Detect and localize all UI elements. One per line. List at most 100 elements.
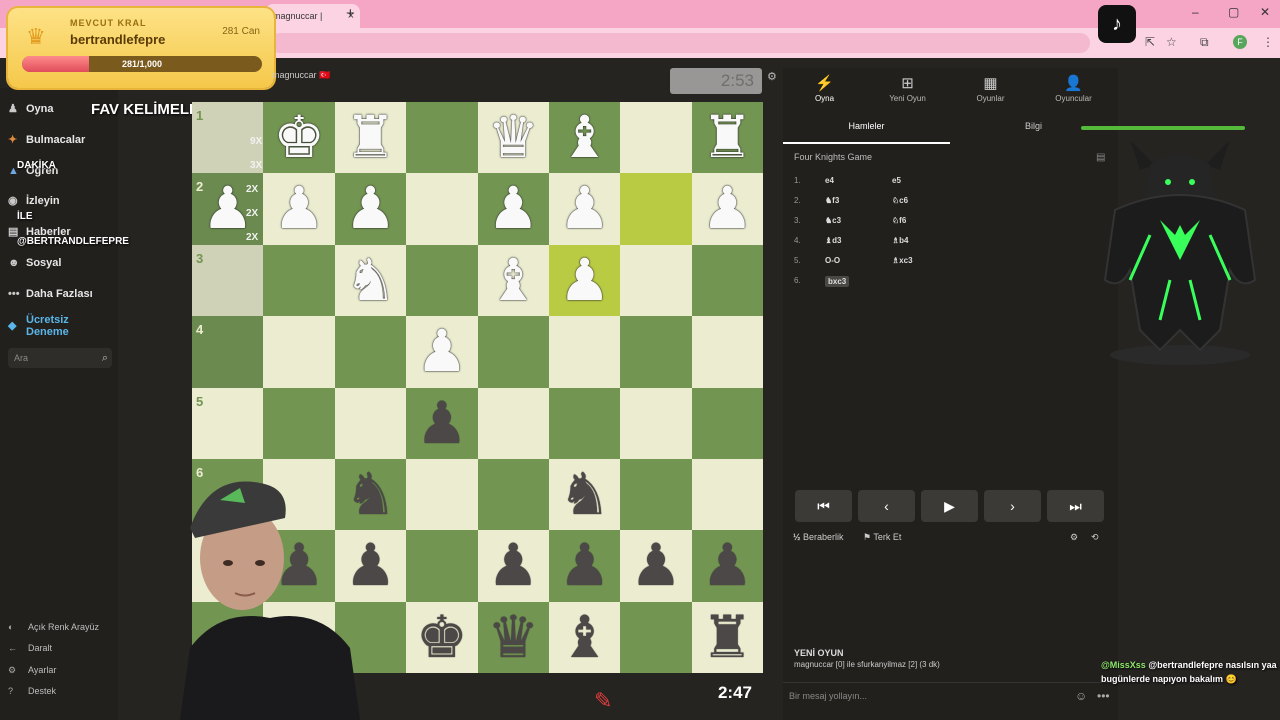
board-square[interactable] — [620, 173, 692, 245]
white-bishop-piece[interactable]: ♝ — [549, 102, 620, 173]
draw-button[interactable]: ½ Beraberlik — [793, 532, 844, 542]
white-king-piece[interactable]: ♚ — [263, 102, 334, 173]
board-square[interactable] — [477, 458, 549, 531]
white-knight-piece[interactable]: ♞ — [335, 245, 406, 316]
white-pawn-piece[interactable]: ♟ — [335, 173, 406, 244]
tab-players[interactable]: 👤 Oyuncular — [1032, 68, 1115, 108]
black-move[interactable]: ♘f6 — [892, 216, 906, 225]
black-pawn-piece[interactable]: ♟ — [692, 530, 763, 601]
resign-button[interactable]: ⚑ Terk Et — [863, 532, 901, 543]
sidebar-footer-help[interactable]: ? Destek — [8, 683, 56, 699]
black-move[interactable]: ♗b4 — [892, 236, 909, 245]
black-move[interactable]: ♘c6 — [892, 196, 908, 205]
tab-title: magnuccar | — [273, 11, 323, 21]
board-square[interactable] — [406, 173, 478, 245]
search-icon[interactable]: ⌕ — [102, 348, 108, 368]
sidebar-footer-settings[interactable]: ⚙ Ayarlar — [8, 662, 56, 678]
chat-message-input[interactable]: Bir mesaj yollayın... ☺ ••• — [783, 682, 1118, 708]
menu-dots-icon[interactable]: ⋮ — [1262, 35, 1274, 49]
board-square[interactable] — [691, 316, 763, 388]
board-square[interactable] — [691, 244, 763, 317]
minimize-button[interactable]: – — [1192, 5, 1199, 19]
rematch-icon[interactable]: ⚙ — [1070, 532, 1078, 543]
sidebar-item-social[interactable]: ☻ Sosyal — [8, 253, 61, 273]
address-bar[interactable] — [270, 33, 1090, 53]
white-rook-piece[interactable]: ♜ — [335, 102, 406, 173]
board-square[interactable] — [334, 387, 407, 459]
move-number: 6. — [794, 276, 801, 285]
sidebar-item-play[interactable]: ♟ Oyna — [8, 99, 54, 119]
white-rook-piece[interactable]: ♜ — [692, 102, 763, 173]
black-pawn-piece[interactable]: ♟ — [478, 530, 549, 601]
white-move[interactable]: ♝d3 — [825, 236, 842, 245]
white-pawn-piece[interactable]: ♟ — [549, 173, 620, 244]
sidebar-item-puzzles[interactable]: ✦ Bulmacalar — [8, 130, 85, 150]
black-move[interactable]: ♗xc3 — [892, 256, 913, 265]
board-square[interactable] — [620, 458, 692, 531]
white-pawn-piece[interactable]: ♟ — [478, 173, 549, 244]
board-square[interactable] — [620, 244, 692, 317]
board-square[interactable] — [406, 102, 478, 174]
board-square[interactable] — [263, 316, 335, 388]
white-move[interactable]: ♞f3 — [825, 196, 839, 205]
search-input[interactable]: Ara ⌕ — [8, 348, 112, 368]
file-label: e — [465, 656, 473, 671]
black-pawn-piece[interactable]: ♟ — [620, 530, 691, 601]
next-move-button[interactable]: › — [984, 490, 1041, 522]
last-move-button[interactable]: ⏭ — [1047, 490, 1104, 522]
black-knight-piece[interactable]: ♞ — [549, 459, 620, 530]
black-pawn-piece[interactable]: ♟ — [549, 530, 620, 601]
white-move[interactable]: bxc3 — [825, 276, 850, 287]
board-square[interactable] — [691, 387, 763, 459]
white-queen-piece[interactable]: ♛ — [478, 102, 549, 173]
board-square[interactable] — [620, 387, 692, 459]
board-square[interactable] — [548, 387, 621, 459]
white-bishop-piece[interactable]: ♝ — [478, 245, 549, 316]
white-move[interactable]: ♞c3 — [825, 216, 841, 225]
maximize-button[interactable]: ▢ — [1228, 5, 1239, 19]
board-square[interactable] — [620, 102, 692, 174]
install-icon[interactable]: ⇱ — [1145, 35, 1155, 49]
emoji-icon[interactable]: ☺ — [1075, 683, 1087, 709]
white-move[interactable]: O-O — [825, 256, 840, 265]
star-icon[interactable]: ☆ — [1166, 35, 1177, 49]
previous-move-button[interactable]: ‹ — [858, 490, 915, 522]
tab-moves[interactable]: Hamleler — [783, 112, 950, 144]
white-pawn-piece[interactable]: ♟ — [692, 173, 763, 244]
first-move-button[interactable]: ⏮ — [795, 490, 852, 522]
board-square[interactable] — [691, 458, 763, 531]
play-button[interactable]: ▶ — [921, 490, 978, 522]
board-square[interactable] — [263, 244, 335, 317]
sidebar-item-watch[interactable]: ◉ İzleyin — [8, 191, 60, 211]
white-pawn-piece[interactable]: ♟ — [406, 316, 477, 387]
tab-new-game[interactable]: ⊞ Yeni Oyun — [866, 68, 949, 108]
sidebar-item-more[interactable]: ••• Daha Fazlası — [8, 284, 93, 304]
tab-play[interactable]: ⚡ Oyna — [783, 68, 866, 108]
flip-board-icon[interactable]: ⟲ — [1091, 532, 1099, 543]
black-pawn-piece[interactable]: ♟ — [406, 388, 477, 459]
tab-games[interactable]: ▦ Oyunlar — [949, 68, 1032, 108]
sidebar-item-free-trial[interactable]: ◆ Ücretsiz Deneme — [8, 314, 88, 338]
board-settings-icon[interactable]: ⚙ — [767, 70, 777, 83]
new-tab-button[interactable]: + — [346, 5, 355, 22]
board-square[interactable] — [620, 316, 692, 388]
sidebar-footer-collapse[interactable]: ← Daralt — [8, 640, 52, 656]
white-pawn-piece[interactable]: ♟ — [549, 245, 620, 316]
sidebar-footer-theme[interactable]: ◐ Açık Renk Arayüz — [8, 619, 99, 635]
board-square[interactable] — [406, 244, 478, 317]
extensions-icon[interactable]: ⧉ — [1200, 35, 1209, 50]
opponent-name[interactable]: magnuccar 🇹🇷 — [272, 70, 330, 81]
more-options-icon[interactable]: ••• — [1097, 683, 1110, 709]
black-move[interactable]: e5 — [892, 176, 901, 185]
board-square[interactable] — [406, 530, 478, 602]
board-square[interactable] — [263, 387, 335, 459]
profile-avatar[interactable]: F — [1233, 35, 1247, 49]
close-window-button[interactable]: ✕ — [1260, 5, 1270, 19]
board-square[interactable] — [477, 316, 549, 388]
board-square[interactable] — [406, 458, 478, 531]
board-square[interactable] — [548, 316, 621, 388]
board-square[interactable] — [334, 316, 407, 388]
board-square[interactable] — [477, 387, 549, 459]
white-move[interactable]: e4 — [825, 176, 834, 185]
white-pawn-piece[interactable]: ♟ — [263, 173, 334, 244]
